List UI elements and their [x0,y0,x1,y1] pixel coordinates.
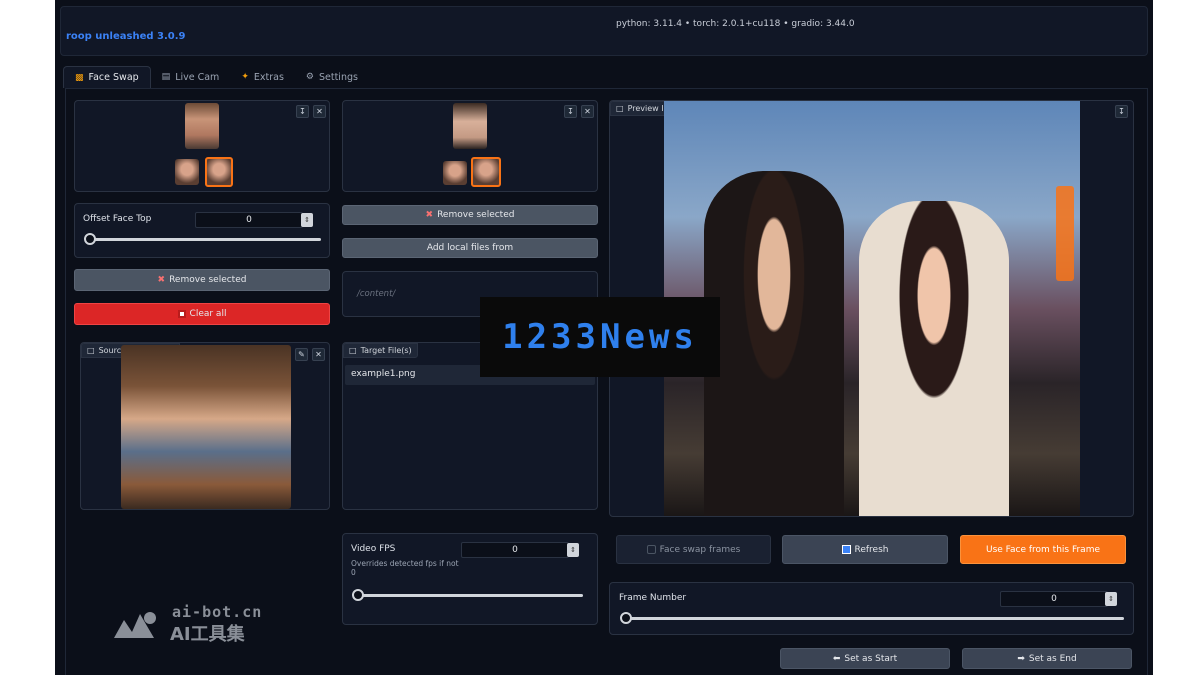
watermark-text: 1233News [502,317,698,357]
preview-person-right [859,201,1009,516]
watermark-banner: 1233News [480,297,720,377]
preview-image [664,101,1080,516]
button-label: Add local files from [426,243,514,253]
face-thumbnail-selected[interactable] [471,157,501,187]
offset-slider-thumb[interactable] [84,233,96,245]
source-face-photo [121,345,291,509]
camera-icon: ▤ [161,72,171,82]
app-title[interactable]: roop unleashed 3.0.9 [66,31,185,42]
offset-face-top-label: Offset Face Top [83,214,152,224]
cloud-logo-icon [114,612,156,638]
target-files-label-text: Target File(s) [360,346,412,355]
frame-slider-track[interactable] [624,617,1124,620]
preview-neon-sign [1056,186,1074,281]
face-thumbnail[interactable] [443,161,467,185]
download-icon[interactable]: ↧ [564,105,577,118]
watermark-domain: ai-bot.cn [172,603,263,621]
set-as-start-button[interactable]: ⬅ Set as Start [780,648,950,669]
edit-icon[interactable]: ✎ [295,348,308,361]
face-swap-icon: ▩ [75,72,84,83]
offset-face-top-block: Offset Face Top 0 ⇕ [74,203,330,258]
image-icon: □ [616,104,624,113]
button-label: Use Face from this Frame [985,544,1101,555]
source-face-image-block[interactable]: □ Source Face Image ✎ ✕ [80,342,330,510]
stepper-icon[interactable]: ⇕ [567,543,579,557]
tab-face-swap[interactable]: ▩ Face Swap [63,66,151,88]
remove-selected-button-middle[interactable]: ✖ Remove selected [342,205,598,225]
button-label: Clear all [189,309,227,319]
watermark-name: AI工具集 [170,624,245,645]
close-icon[interactable]: ✕ [581,105,594,118]
close-icon[interactable]: ✕ [312,348,325,361]
tab-label: Settings [318,71,358,83]
frame-number-label: Frame Number [619,593,687,603]
tab-bar: ▩ Face Swap ▤ Live Cam ✦ Extras ⚙ Settin… [63,66,369,88]
button-label: Remove selected [437,210,515,220]
refresh-icon [841,545,851,554]
tab-label: Face Swap [88,72,139,83]
target-file-name: example1.png [351,369,416,379]
checkbox-icon[interactable] [646,545,656,554]
video-fps-label: Video FPS [351,544,396,554]
arrow-left-icon: ⬅ [832,653,841,664]
target-faces-gallery[interactable]: ↧ ✕ [342,100,598,192]
offset-face-top-input[interactable]: 0 [195,212,303,228]
close-icon[interactable]: ✕ [313,105,326,118]
gear-icon: ⚙ [305,72,314,82]
target-files-label: □ Target File(s) [343,343,418,358]
file-icon: □ [349,346,357,355]
video-fps-input[interactable]: 0 [461,542,569,558]
button-label: Refresh [854,544,889,555]
button-label: Remove selected [169,275,247,285]
add-local-files-button[interactable]: Add local files from [342,238,598,258]
download-icon[interactable]: ↧ [1115,105,1128,118]
extras-icon: ✦ [241,72,249,82]
stepper-icon[interactable]: ⇕ [301,213,313,227]
tab-label: Live Cam [175,71,220,83]
face-thumbnail-main[interactable] [185,103,219,149]
frame-number-block: Frame Number 0 ⇕ [609,582,1134,635]
remove-selected-button-left[interactable]: ✖ Remove selected [74,269,330,291]
checkbox-label: Face swap frames [659,544,741,555]
tab-settings[interactable]: ⚙ Settings [295,66,369,88]
face-thumbnail-main[interactable] [453,103,487,149]
video-fps-note: Overrides detected fps if not 0 [351,559,459,577]
stop-icon [177,310,186,318]
preview-person-left [704,171,844,516]
frame-number-input[interactable]: 0 [1000,591,1108,607]
video-fps-block: Video FPS Overrides detected fps if not … [342,533,598,625]
frame-slider-thumb[interactable] [620,612,632,624]
header-bar: roop unleashed 3.0.9 python: 3.11.4 • to… [60,6,1148,56]
input-faces-gallery[interactable]: ↧ ✕ [74,100,330,192]
download-icon[interactable]: ↧ [296,105,309,118]
button-label: Set as Start [844,653,898,664]
x-icon: ✖ [425,210,434,220]
arrow-right-icon: ➡ [1017,653,1025,664]
image-icon: □ [87,346,95,355]
use-face-from-frame-button[interactable]: Use Face from this Frame [960,535,1126,564]
version-info: python: 3.11.4 • torch: 2.0.1+cu118 • gr… [616,19,855,29]
clear-all-button[interactable]: Clear all [74,303,330,325]
fps-slider-thumb[interactable] [352,589,364,601]
button-label: Set as End [1028,653,1077,664]
refresh-button[interactable]: Refresh [782,535,948,564]
tab-live-cam[interactable]: ▤ Live Cam [151,66,231,88]
tab-extras[interactable]: ✦ Extras [230,66,295,88]
offset-slider-track[interactable] [87,238,321,241]
fps-slider-track[interactable] [357,594,583,597]
x-icon: ✖ [157,275,166,285]
set-as-end-button[interactable]: ➡ Set as End [962,648,1132,669]
stepper-icon[interactable]: ⇕ [1105,592,1117,606]
face-thumbnail-selected[interactable] [205,157,233,187]
tab-label: Extras [253,71,284,83]
local-path-placeholder: /content/ [357,289,396,299]
face-thumbnail[interactable] [175,159,199,185]
face-swap-frames-checkbox[interactable]: Face swap frames [616,535,771,564]
